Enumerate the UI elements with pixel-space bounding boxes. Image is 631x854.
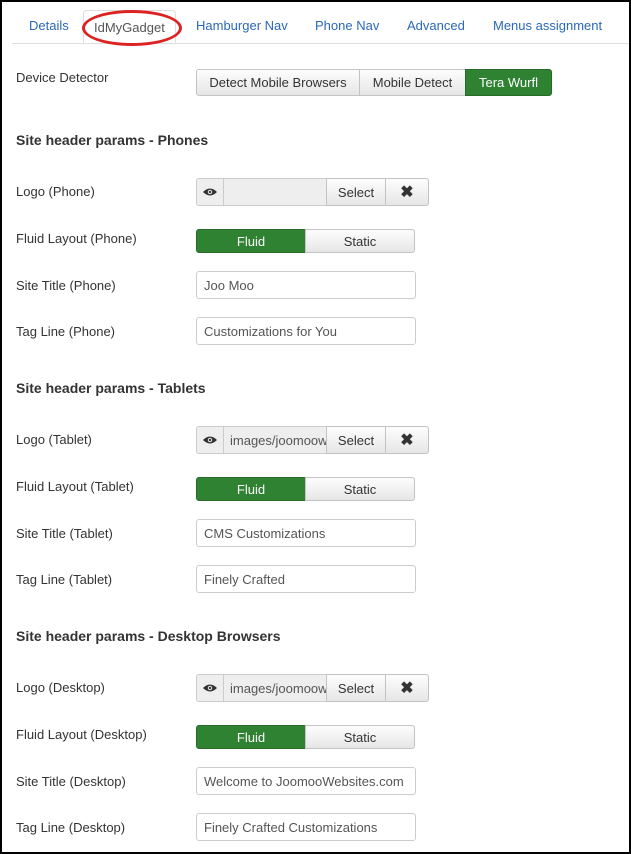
tag-line-tablet-input[interactable]: Finely Crafted	[196, 565, 416, 593]
tag-line-desktop-input[interactable]: Finely Crafted Customizations	[196, 813, 416, 841]
tab-phone-nav[interactable]: Phone Nav	[315, 18, 379, 33]
fluid-layout-tablet-toggle: Fluid Static	[196, 477, 415, 501]
mobile-detect-button[interactable]: Mobile Detect	[359, 69, 466, 96]
logo-phone-path	[224, 178, 327, 206]
tab-idmygadget[interactable]: IdMyGadget	[83, 10, 176, 43]
eye-icon[interactable]	[196, 426, 224, 454]
device-detector-label: Device Detector	[16, 70, 109, 85]
logo-tablet-clear-button[interactable]: ✖	[385, 426, 429, 454]
close-icon: ✖	[400, 432, 414, 449]
tab-hamburger-nav[interactable]: Hamburger Nav	[196, 18, 288, 33]
logo-phone-select-button[interactable]: Select	[326, 178, 386, 206]
detect-mobile-browsers-button[interactable]: Detect Mobile Browsers	[196, 69, 360, 96]
fluid-phone-button[interactable]: Fluid	[196, 229, 306, 253]
site-title-tablet-label: Site Title (Tablet)	[16, 526, 113, 541]
module-settings-panel: Details IdMyGadget Hamburger Nav Phone N…	[0, 0, 631, 854]
fluid-tablet-button[interactable]: Fluid	[196, 477, 306, 501]
logo-tablet-media-field: images/joomoow Select ✖	[196, 426, 429, 454]
tab-details[interactable]: Details	[29, 18, 69, 33]
tag-line-phone-input[interactable]: Customizations for You	[196, 317, 416, 345]
logo-desktop-select-button[interactable]: Select	[326, 674, 386, 702]
fluid-layout-desktop-toggle: Fluid Static	[196, 725, 415, 749]
fluid-layout-desktop-label: Fluid Layout (Desktop)	[16, 727, 147, 742]
tab-menus-assignment[interactable]: Menus assignment	[493, 18, 602, 33]
close-icon: ✖	[400, 184, 414, 201]
site-title-desktop-input[interactable]: Welcome to JoomooWebsites.com	[196, 767, 416, 795]
logo-desktop-path: images/joomoow	[224, 674, 327, 702]
logo-tablet-label: Logo (Tablet)	[16, 432, 92, 447]
tera-wurfl-button[interactable]: Tera Wurfl	[465, 69, 552, 96]
static-phone-button[interactable]: Static	[305, 229, 415, 253]
logo-desktop-label: Logo (Desktop)	[16, 680, 105, 695]
logo-desktop-clear-button[interactable]: ✖	[385, 674, 429, 702]
logo-phone-clear-button[interactable]: ✖	[385, 178, 429, 206]
logo-phone-media-field: Select ✖	[196, 178, 429, 206]
fluid-layout-tablet-label: Fluid Layout (Tablet)	[16, 479, 134, 494]
close-icon: ✖	[400, 680, 414, 697]
static-desktop-button[interactable]: Static	[305, 725, 415, 749]
tag-line-desktop-label: Tag Line (Desktop)	[16, 820, 126, 835]
tag-line-tablet-label: Tag Line (Tablet)	[16, 572, 113, 587]
site-title-desktop-label: Site Title (Desktop)	[16, 774, 126, 789]
site-title-phone-input[interactable]: Joo Moo	[196, 271, 416, 299]
tab-advanced[interactable]: Advanced	[407, 18, 465, 33]
site-title-tablet-input[interactable]: CMS Customizations	[196, 519, 416, 547]
fluid-layout-phone-label: Fluid Layout (Phone)	[16, 231, 137, 246]
phones-section-heading: Site header params - Phones	[16, 132, 209, 148]
device-detector-group: Detect Mobile Browsers Mobile Detect Ter…	[196, 69, 552, 96]
tag-line-phone-label: Tag Line (Phone)	[16, 324, 116, 339]
site-title-phone-label: Site Title (Phone)	[16, 278, 116, 293]
logo-phone-label: Logo (Phone)	[16, 184, 95, 199]
tablets-section-heading: Site header params - Tablets	[16, 380, 206, 396]
logo-tablet-path: images/joomoow	[224, 426, 327, 454]
tab-bar: Details IdMyGadget Hamburger Nav Phone N…	[12, 10, 629, 44]
logo-tablet-select-button[interactable]: Select	[326, 426, 386, 454]
eye-icon[interactable]	[196, 674, 224, 702]
eye-icon[interactable]	[196, 178, 224, 206]
fluid-layout-phone-toggle: Fluid Static	[196, 229, 415, 253]
fluid-desktop-button[interactable]: Fluid	[196, 725, 306, 749]
static-tablet-button[interactable]: Static	[305, 477, 415, 501]
desktop-section-heading: Site header params - Desktop Browsers	[16, 628, 281, 644]
logo-desktop-media-field: images/joomoow Select ✖	[196, 674, 429, 702]
